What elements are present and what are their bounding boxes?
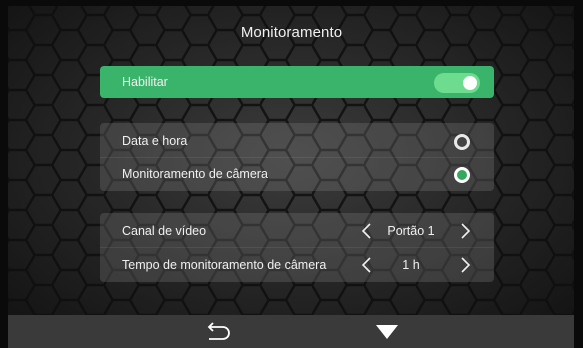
monitor-time-label: Tempo de monitoramento de câmera — [122, 258, 327, 272]
toggle-knob — [463, 76, 477, 90]
display-options-panel: Data e hora Monitoramento de câmera — [100, 123, 494, 191]
bottom-nav-bar — [8, 315, 574, 348]
monitor-time-row: Tempo de monitoramento de câmera 1 h — [100, 247, 494, 283]
video-channel-value: Portão 1 — [387, 224, 435, 238]
video-channel-row: Canal de vídeo Portão 1 — [100, 213, 494, 249]
enable-label: Habilitar — [122, 75, 168, 89]
chevron-right-icon[interactable] — [456, 222, 474, 240]
monitoring-screen: Monitoramento Habilitar Data e hora Moni… — [0, 0, 583, 348]
chevron-left-icon[interactable] — [358, 222, 376, 240]
chevron-left-icon[interactable] — [358, 256, 376, 274]
chevron-right-icon[interactable] — [456, 256, 474, 274]
option-camera-monitoring[interactable]: Monitoramento de câmera — [100, 156, 494, 192]
down-button[interactable] — [358, 315, 418, 348]
left-bezel — [0, 0, 8, 348]
arrow-down-icon — [376, 325, 398, 339]
video-settings-panel: Canal de vídeo Portão 1 Tempo de monitor… — [100, 213, 494, 282]
option-label: Monitoramento de câmera — [122, 167, 268, 181]
top-bezel — [0, 0, 583, 6]
page-title: Monitoramento — [240, 24, 343, 41]
monitor-time-value: 1 h — [402, 258, 420, 272]
video-channel-label: Canal de vídeo — [122, 224, 207, 238]
enable-toggle[interactable] — [434, 73, 480, 93]
option-date-time[interactable]: Data e hora — [100, 123, 494, 159]
right-bezel — [574, 0, 583, 348]
date-time-radio[interactable] — [454, 134, 470, 150]
back-button[interactable] — [188, 315, 248, 348]
enable-row[interactable]: Habilitar — [100, 66, 494, 98]
return-icon — [207, 322, 230, 340]
camera-monitoring-radio[interactable] — [454, 167, 470, 183]
option-label: Data e hora — [122, 134, 188, 148]
